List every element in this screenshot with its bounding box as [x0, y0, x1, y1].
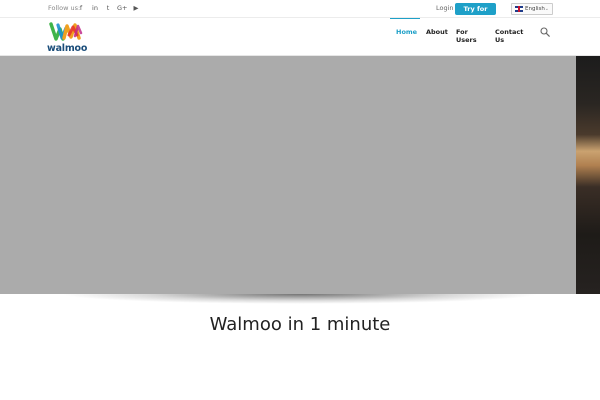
top-bar: Follow us: f in t G+ ▶ Login Try for fre…	[0, 0, 600, 25]
nav-item-contact-us[interactable]: Contact Us	[495, 28, 523, 44]
uk-flag-icon	[515, 6, 523, 12]
hero-shadow	[60, 294, 540, 304]
main-header: walmoo Home About For Users Contact Us	[0, 18, 600, 56]
language-label: English	[525, 6, 545, 12]
walmoo-logo[interactable]: walmoo	[47, 21, 87, 55]
youtube-icon[interactable]: ▶	[132, 3, 140, 13]
logo-mark-icon	[49, 22, 83, 41]
nav-item-home[interactable]: Home	[396, 28, 417, 36]
search-icon[interactable]	[540, 27, 550, 37]
hero-next-slide-preview	[576, 56, 600, 294]
linkedin-icon[interactable]: in	[91, 3, 99, 13]
section-headline: Walmoo in 1 minute	[209, 314, 391, 335]
login-link[interactable]: Login	[436, 4, 454, 12]
twitter-icon[interactable]: t	[104, 3, 112, 13]
hero-slider[interactable]	[0, 56, 600, 294]
logo-text: walmoo	[47, 43, 88, 54]
language-selector[interactable]: English ⌄	[511, 3, 553, 15]
try-for-free-button[interactable]: Try for free	[455, 3, 496, 25]
google-plus-icon[interactable]: G+	[117, 3, 127, 13]
nav-active-indicator	[390, 18, 420, 19]
follow-us-label: Follow us:	[48, 4, 81, 12]
nav-item-for-users[interactable]: For Users	[456, 28, 477, 44]
facebook-icon[interactable]: f	[77, 3, 85, 13]
chevron-down-icon: ⌄	[544, 6, 549, 12]
nav-item-about[interactable]: About	[426, 28, 448, 36]
